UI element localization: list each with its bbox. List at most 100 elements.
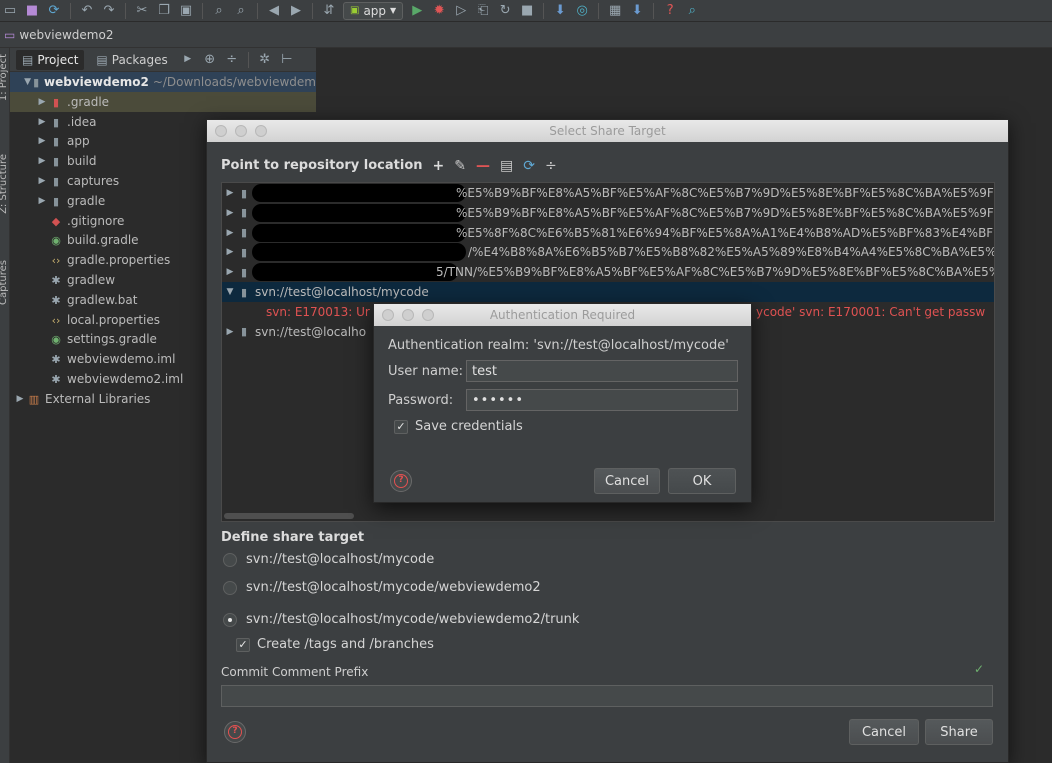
forward-icon[interactable]: ▶ (288, 3, 304, 19)
scroll-from-source-icon[interactable]: ⊕ (202, 52, 218, 68)
edit-icon[interactable]: ✎ (454, 159, 466, 173)
radio-button[interactable] (223, 580, 237, 595)
collapse-icon[interactable]: ÷ (545, 159, 557, 173)
search-icon[interactable]: ⌕ (684, 3, 700, 19)
share-button[interactable]: Share (925, 719, 993, 745)
repo-row[interactable]: ▶ ▮ %E5%B9%BF%E8%A5%BF%E5%AF%8C%E5%B7%9D%E… (222, 203, 994, 223)
hide-panel-icon[interactable]: ⊢ (279, 52, 295, 68)
zoom-window-icon[interactable] (422, 309, 434, 321)
chevron-right-icon[interactable]: ▶ (36, 156, 48, 166)
tree-item-label: webviewdemo.iml (67, 352, 176, 366)
sync-icon[interactable]: ⟳ (46, 3, 62, 19)
make-icon[interactable]: ⇵ (321, 3, 337, 19)
debug-icon[interactable]: ✹ (431, 3, 447, 19)
cancel-button[interactable]: Cancel (849, 719, 919, 745)
auth-help-button[interactable]: ? (390, 470, 412, 492)
repo-row[interactable]: ▶ ▮ 5/TNN/%E5%B9%BF%E8%A5%BF%E5%AF%8C%E5%B… (222, 262, 994, 282)
more-tabs-icon[interactable]: ▶ (180, 52, 196, 68)
run-icon[interactable]: ▶ (409, 3, 425, 19)
folder-icon[interactable]: ▭ (2, 3, 18, 19)
tab-project[interactable]: 1: Project (0, 54, 9, 101)
cut-icon[interactable]: ✂ (134, 3, 150, 19)
tab-packages-view[interactable]: ▤ Packages (90, 50, 173, 70)
authentication-dialog: Authentication Required Authentication r… (373, 303, 752, 503)
chevron-right-icon[interactable]: ▶ (224, 228, 236, 238)
redo-icon[interactable]: ↷ (101, 3, 117, 19)
radio-button[interactable] (223, 552, 237, 567)
save-credentials-checkbox[interactable]: ✓ (394, 419, 408, 434)
gear-icon[interactable]: ✲ (257, 52, 273, 68)
add-icon[interactable]: + (433, 159, 445, 173)
help-button[interactable]: ? (224, 721, 246, 743)
minimize-window-icon[interactable] (235, 125, 247, 137)
remove-icon[interactable]: — (476, 159, 490, 173)
tab-label: Project (37, 52, 79, 67)
chevron-right-icon[interactable]: ▶ (224, 327, 236, 337)
auth-cancel-button[interactable]: Cancel (594, 468, 660, 494)
save-icon[interactable]: ■ (24, 3, 40, 19)
build-variants-icon[interactable]: ⬇ (629, 3, 645, 19)
chevron-right-icon[interactable]: ▶ (36, 136, 48, 146)
zoom-window-icon[interactable] (255, 125, 267, 137)
chevron-right-icon[interactable]: ▶ (224, 188, 236, 198)
commit-prefix-input[interactable] (221, 685, 993, 707)
replace-icon[interactable]: ⌕ (233, 3, 249, 19)
structure-icon[interactable]: ▦ (607, 3, 623, 19)
back-icon[interactable]: ◀ (266, 3, 282, 19)
target-option-trunk[interactable]: svn://test@localhost/mycode/webviewdemo2… (223, 612, 579, 627)
chevron-down-icon[interactable]: ▼ (24, 77, 31, 87)
paste-icon[interactable]: ▣ (178, 3, 194, 19)
chevron-right-icon[interactable]: ▶ (36, 97, 48, 107)
chevron-right-icon[interactable]: ▶ (224, 267, 236, 277)
spellcheck-icon[interactable]: ✓ (974, 662, 984, 676)
target-option-project[interactable]: svn://test@localhost/mycode/webviewdemo2 (223, 580, 541, 595)
chevron-down-icon[interactable]: ▼ (224, 287, 236, 297)
apply-changes-icon[interactable]: ↻ (497, 3, 513, 19)
help-icon[interactable]: ? (662, 3, 678, 19)
chevron-right-icon[interactable]: ▶ (36, 117, 48, 127)
run-config-select[interactable]: ▣ app ▼ (343, 1, 404, 20)
minimize-window-icon[interactable] (402, 309, 414, 321)
chevron-right-icon[interactable]: ▶ (224, 247, 236, 257)
chevron-right-icon[interactable]: ▶ (36, 196, 48, 206)
copy-icon[interactable]: ❐ (156, 3, 172, 19)
close-window-icon[interactable] (382, 309, 394, 321)
repo-row[interactable]: ▶ ▮ %E5%8F%8C%E6%B5%81%E6%94%BF%E5%8A%A1%E… (222, 223, 994, 243)
repo-row-selected[interactable]: ▼ ▮ svn://test@localhost/mycode (222, 282, 994, 302)
refresh-icon[interactable]: ⟳ (523, 159, 535, 173)
profile-icon[interactable]: ▷ (453, 3, 469, 19)
chevron-right-icon[interactable]: ▶ (14, 394, 26, 404)
horizontal-scrollbar[interactable] (224, 513, 354, 519)
tab-project-view[interactable]: ▤ Project (16, 49, 85, 70)
tree-item-label: build.gradle (67, 233, 139, 247)
target-label: svn://test@localhost/mycode (246, 552, 435, 567)
browse-icon[interactable]: ▤ (500, 159, 513, 173)
tab-structure[interactable]: Z: Structure (0, 154, 9, 214)
collapse-all-icon[interactable]: ÷ (224, 52, 240, 68)
create-tags-checkbox-row[interactable]: ✓ Create /tags and /branches (236, 637, 434, 652)
repo-row[interactable]: ▶ ▮ /%E4%B8%8A%E6%B5%B7%E5%B8%82%E5%A5%89%… (222, 242, 994, 262)
attach-icon[interactable]: ⎗ (475, 3, 491, 19)
password-field[interactable]: •••••• (466, 389, 738, 411)
tab-captures[interactable]: Captures (0, 260, 9, 305)
radio-button-selected[interactable] (223, 612, 237, 627)
user-name-field[interactable]: test (466, 360, 738, 382)
project-view-icon: ▤ (22, 52, 34, 67)
auth-ok-button[interactable]: OK (668, 468, 736, 494)
tree-root-webviewdemo2[interactable]: ▼ ▮ webviewdemo2 ~/Downloads/webviewdem (10, 72, 316, 92)
sdk-manager-icon[interactable]: ⬇ (552, 3, 568, 19)
chevron-right-icon[interactable]: ▶ (36, 176, 48, 186)
stop-icon[interactable]: ■ (519, 3, 535, 19)
chevron-right-icon[interactable]: ▶ (224, 208, 236, 218)
save-credentials-row[interactable]: ✓ Save credentials (394, 419, 523, 434)
repo-row[interactable]: ▶ ▮ %E5%B9%BF%E8%A5%BF%E5%AF%8C%E5%B7%9D%E… (222, 183, 994, 203)
undo-icon[interactable]: ↶ (79, 3, 95, 19)
breadcrumb-project[interactable]: webviewdemo2 (19, 28, 113, 42)
avd-manager-icon[interactable]: ◎ (574, 3, 590, 19)
find-icon[interactable]: ⌕ (211, 3, 227, 19)
create-tags-checkbox[interactable]: ✓ (236, 637, 250, 652)
target-option-root[interactable]: svn://test@localhost/mycode (223, 552, 434, 567)
close-window-icon[interactable] (215, 125, 227, 137)
library-icon: ▥ (28, 392, 40, 406)
tree-item[interactable]: ▶ ▮ .gradle (10, 92, 316, 112)
